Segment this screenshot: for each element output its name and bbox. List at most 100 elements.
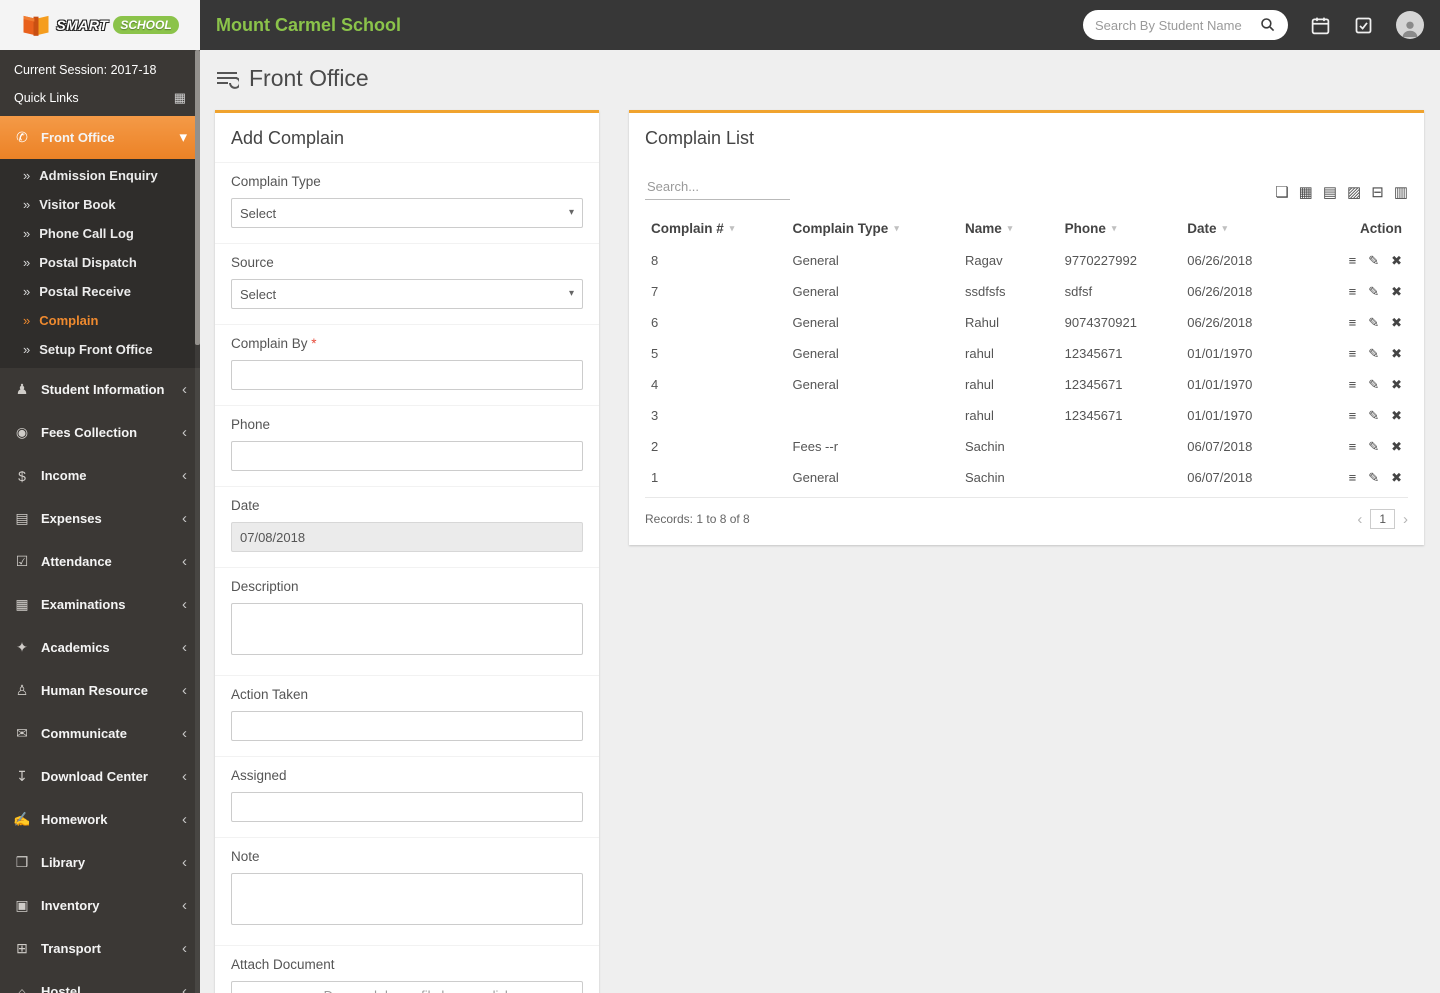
submenu-item-setup-front-office[interactable]: » Setup Front Office [0, 335, 200, 364]
sidebar-item-income[interactable]: $ Income ‹ [0, 454, 200, 497]
date-input[interactable] [231, 522, 583, 552]
edit-icon[interactable]: ✎ [1368, 408, 1379, 423]
records-info: Records: 1 to 8 of 8 [645, 512, 750, 526]
form-group-note: Note [215, 837, 599, 945]
source-select[interactable]: Select [231, 279, 583, 309]
edit-icon[interactable]: ✎ [1368, 284, 1379, 299]
submenu-item-postal-receive[interactable]: » Postal Receive [0, 277, 200, 306]
edit-icon[interactable]: ✎ [1368, 315, 1379, 330]
calendar-icon[interactable] [1310, 15, 1331, 36]
scrollbar-thumb[interactable] [195, 50, 200, 345]
edit-icon[interactable]: ✎ [1368, 439, 1379, 454]
row-detail-icon[interactable]: ≡ [1349, 284, 1357, 299]
sidebar-item-library[interactable]: ❒ Library ‹ [0, 841, 200, 884]
sidebar-item-attendance[interactable]: ☑ Attendance ‹ [0, 540, 200, 583]
front-office-submenu: » Admission Enquiry » Visitor Book » Phone Ca… [0, 159, 200, 368]
print-export-icon[interactable]: ⊟ [1371, 185, 1384, 200]
delete-icon[interactable]: ✖ [1391, 253, 1402, 268]
sidebar-item-front-office[interactable]: ✆ Front Office ▾ [0, 116, 200, 159]
sidebar-item-examinations[interactable]: ▦ Examinations ‹ [0, 583, 200, 626]
sidebar-item-academics[interactable]: ✦ Academics ‹ [0, 626, 200, 669]
column-header-phone[interactable]: Phone ▾ [1059, 212, 1182, 245]
sidebar-scrollbar[interactable] [195, 50, 200, 993]
form-group-action-taken: Action Taken [215, 675, 599, 756]
cell-phone: 12345671 [1064, 408, 1123, 423]
action-taken-input[interactable] [231, 711, 583, 741]
task-check-icon[interactable] [1353, 15, 1374, 36]
row-detail-icon[interactable]: ≡ [1349, 439, 1357, 454]
delete-icon[interactable]: ✖ [1391, 439, 1402, 454]
row-detail-icon[interactable]: ≡ [1349, 346, 1357, 361]
person-plus-icon: ♙ [15, 682, 29, 698]
column-header-name[interactable]: Name ▾ [959, 212, 1059, 245]
cell-name: Rahul [965, 315, 999, 330]
delete-icon[interactable]: ✖ [1391, 408, 1402, 423]
sidebar-item-hostel[interactable]: ⌂ Hostel ‹ [0, 970, 200, 993]
row-detail-icon[interactable]: ≡ [1349, 253, 1357, 268]
phone-input[interactable] [231, 441, 583, 471]
row-detail-icon[interactable]: ≡ [1349, 377, 1357, 392]
delete-icon[interactable]: ✖ [1391, 284, 1402, 299]
sidebar-item-transport[interactable]: ⊞ Transport ‹ [0, 927, 200, 970]
column-header-complain[interactable]: Complain # ▾ [645, 212, 787, 245]
sidebar-item-fees-collection[interactable]: ◉ Fees Collection ‹ [0, 411, 200, 454]
assigned-input[interactable] [231, 792, 583, 822]
complain-search-input[interactable] [645, 174, 790, 200]
pagination-next[interactable]: › [1403, 512, 1408, 527]
submenu-item-visitor-book[interactable]: » Visitor Book [0, 190, 200, 219]
copy-export-icon[interactable]: ❏ [1275, 185, 1288, 200]
date-label: Date [231, 498, 260, 513]
delete-icon[interactable]: ✖ [1391, 377, 1402, 392]
columns-export-icon[interactable]: ▥ [1394, 185, 1408, 200]
column-header-date[interactable]: Date ▾ [1181, 212, 1330, 245]
sidebar-item-inventory[interactable]: ▣ Inventory ‹ [0, 884, 200, 927]
submenu-item-admission-enquiry[interactable]: » Admission Enquiry [0, 161, 200, 190]
submenu-arrow-icon: » [23, 313, 31, 328]
required-asterisk: * [307, 336, 317, 351]
cell-actions: ≡ ✎ ✖ [1331, 307, 1408, 338]
sidebar-item-student-information[interactable]: ♟ Student Information ‹ [0, 368, 200, 411]
search-icon[interactable] [1260, 17, 1276, 33]
cell-phone: 12345671 [1064, 377, 1123, 392]
sidebar-item-expenses[interactable]: ▤ Expenses ‹ [0, 497, 200, 540]
column-header-complain-type[interactable]: Complain Type ▾ [787, 212, 959, 245]
edit-icon[interactable]: ✎ [1368, 253, 1379, 268]
pagination-prev[interactable]: ‹ [1357, 512, 1362, 527]
delete-icon[interactable]: ✖ [1391, 315, 1402, 330]
edit-icon[interactable]: ✎ [1368, 377, 1379, 392]
excel-export-icon[interactable]: ▦ [1299, 185, 1313, 200]
complain-type-select[interactable]: Select [231, 198, 583, 228]
app-logo[interactable]: SMART SCHOOL [0, 0, 200, 50]
content-row: Add Complain Complain Type Select ▾ Source S… [215, 110, 1424, 993]
description-textarea[interactable] [231, 603, 583, 655]
user-avatar[interactable] [1396, 11, 1424, 39]
attach-document-label: Attach Document [231, 957, 335, 972]
complain-by-input[interactable] [231, 360, 583, 390]
cell-date: 06/07/2018 [1187, 470, 1253, 485]
row-detail-icon[interactable]: ≡ [1349, 408, 1357, 423]
quick-links[interactable]: Quick Links ▦ [0, 79, 200, 116]
row-detail-icon[interactable]: ≡ [1349, 315, 1357, 330]
sidebar-item-communicate[interactable]: ✉ Communicate ‹ [0, 712, 200, 755]
cell-name: Sachin [965, 470, 1005, 485]
grid-icon[interactable]: ▦ [174, 90, 186, 106]
csv-export-icon[interactable]: ▤ [1323, 185, 1337, 200]
note-textarea[interactable] [231, 873, 583, 925]
submenu-item-complain[interactable]: » Complain [0, 306, 200, 335]
pdf-export-icon[interactable]: ▨ [1347, 185, 1361, 200]
complain-list-title: Complain List [645, 128, 755, 148]
delete-icon[interactable]: ✖ [1391, 470, 1402, 485]
sidebar-item-homework[interactable]: ✍ Homework ‹ [0, 798, 200, 841]
edit-icon[interactable]: ✎ [1368, 470, 1379, 485]
student-search-input[interactable] [1095, 17, 1254, 33]
pagination-page-1[interactable]: 1 [1370, 509, 1395, 529]
submenu-item-postal-dispatch[interactable]: » Postal Dispatch [0, 248, 200, 277]
attach-document-dropzone[interactable]: ☁ Drag and drop a file here or click [231, 981, 583, 993]
edit-icon[interactable]: ✎ [1368, 346, 1379, 361]
delete-icon[interactable]: ✖ [1391, 346, 1402, 361]
submenu-item-phone-call-log[interactable]: » Phone Call Log [0, 219, 200, 248]
complain-list-card: Complain List ❏ ▦ ▤ ▨ ⊟ ▥ Complain #▾Complain… [629, 110, 1424, 545]
sidebar-item-human-resource[interactable]: ♙ Human Resource ‹ [0, 669, 200, 712]
row-detail-icon[interactable]: ≡ [1349, 470, 1357, 485]
sidebar-item-download-center[interactable]: ↧ Download Center ‹ [0, 755, 200, 798]
